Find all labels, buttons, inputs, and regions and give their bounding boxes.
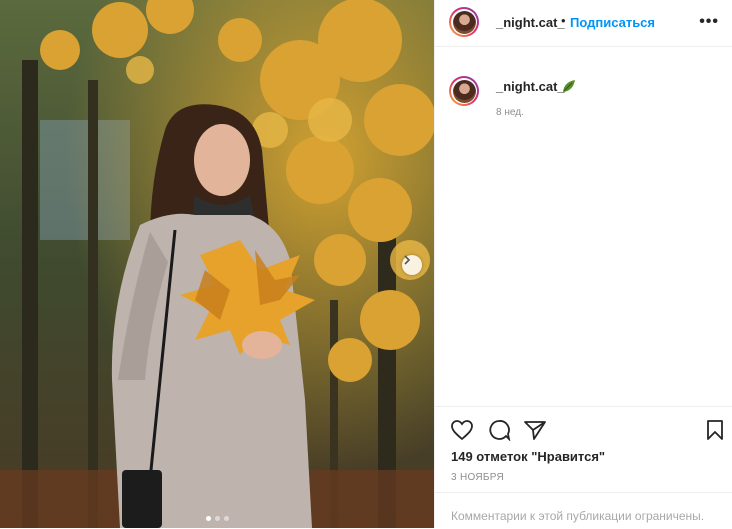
carousel-next-button[interactable] [402, 255, 422, 275]
comments-section: Комментарии к этой публикации ограничены… [435, 492, 732, 529]
carousel-indicator [0, 516, 434, 521]
avatar[interactable] [449, 7, 479, 37]
avatar-image [452, 10, 476, 34]
share-icon[interactable] [523, 419, 547, 441]
bookmark-icon[interactable] [705, 419, 725, 441]
carousel-dot [205, 516, 211, 521]
more-options-icon[interactable]: ••• [699, 13, 719, 31]
chevron-right-icon [404, 255, 411, 265]
actions-divider [435, 406, 732, 408]
heart-icon[interactable] [450, 419, 474, 441]
leaf-icon [563, 80, 575, 92]
username-link[interactable]: _night.cat_ [496, 15, 565, 30]
separator-dot: • [561, 13, 566, 28]
post-photo[interactable] [0, 0, 434, 528]
post-sidebar: _night.cat_ • Подписаться ••• _night.cat… [434, 0, 732, 528]
photo-image [0, 0, 434, 528]
caption-username-link[interactable]: _night.cat_ [496, 79, 565, 94]
post-header: _night.cat_ • Подписаться ••• [435, 0, 732, 47]
caption-avatar[interactable] [449, 76, 479, 106]
carousel-dot [223, 516, 229, 521]
comments-disabled-text: Комментарии к этой публикации ограничены… [451, 509, 705, 523]
likes-count[interactable]: 149 отметок "Нравится" [451, 449, 605, 464]
comment-icon[interactable] [487, 419, 511, 441]
avatar-image [452, 79, 476, 103]
follow-button[interactable]: Подписаться [570, 15, 655, 30]
post-date: 3 НОЯБРЯ [451, 472, 504, 483]
caption-timestamp: 8 нед. [496, 107, 524, 118]
carousel-dot [214, 516, 220, 521]
